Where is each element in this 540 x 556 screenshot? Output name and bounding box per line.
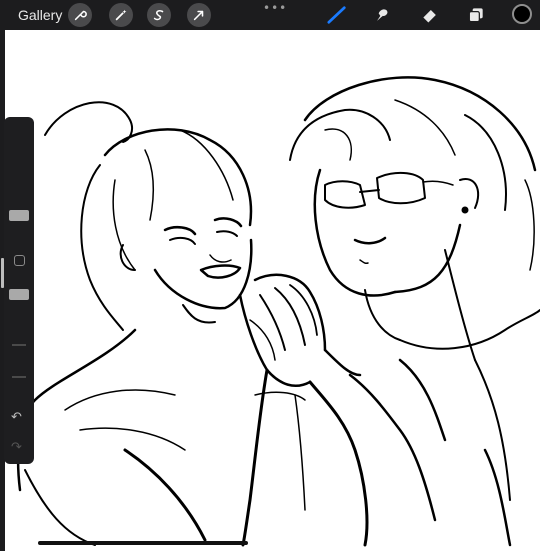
slider-tick: [12, 376, 26, 378]
redo-button[interactable]: ↷: [11, 440, 22, 455]
eraser-icon[interactable]: [418, 4, 442, 26]
top-toolbar: Gallery •••: [0, 0, 540, 30]
gallery-button[interactable]: Gallery: [18, 7, 62, 23]
magic-wand-icon[interactable]: [109, 3, 133, 27]
brush-icon[interactable]: [325, 4, 349, 26]
more-options-icon[interactable]: •••: [263, 1, 287, 15]
brush-sidebar: ↶ ↷: [4, 117, 34, 464]
sketch-drawing: [16, 76, 540, 547]
smudge-icon[interactable]: [370, 4, 394, 26]
selection-s-icon[interactable]: [147, 3, 171, 27]
brush-size-slider[interactable]: [9, 210, 29, 221]
slider-tick: [12, 344, 26, 346]
drawing-canvas[interactable]: [5, 30, 540, 551]
color-picker-button[interactable]: [512, 4, 532, 24]
transform-arrow-icon[interactable]: [187, 3, 211, 27]
wrench-icon[interactable]: [68, 3, 92, 27]
undo-button[interactable]: ↶: [11, 410, 22, 425]
modify-button[interactable]: [14, 255, 25, 266]
layers-icon[interactable]: [464, 4, 488, 26]
brush-opacity-slider[interactable]: [9, 289, 29, 300]
home-indicator: [38, 541, 248, 545]
